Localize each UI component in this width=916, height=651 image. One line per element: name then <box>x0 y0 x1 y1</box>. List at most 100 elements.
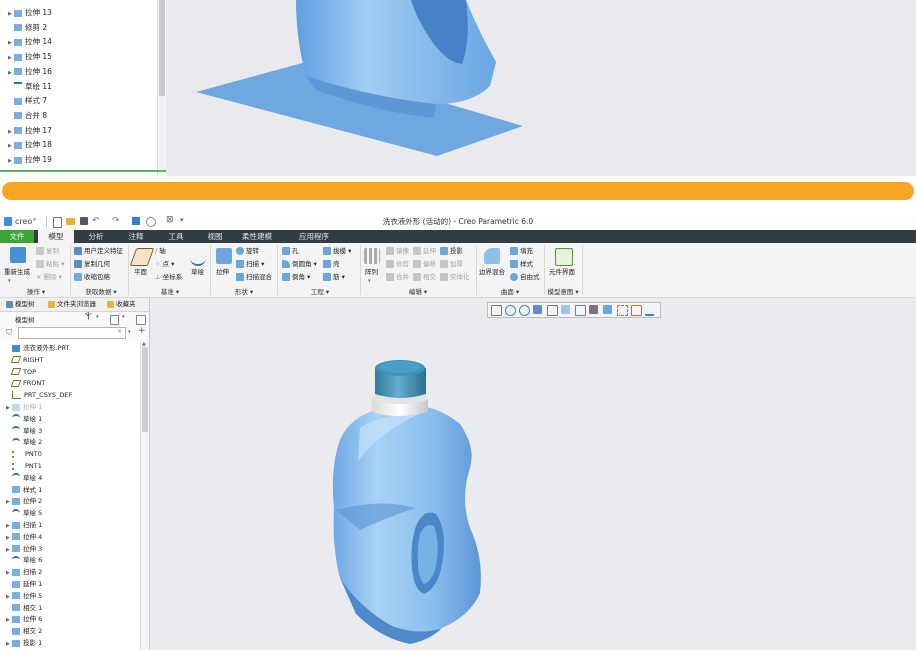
tree-row[interactable]: 草绘 3 <box>6 426 42 438</box>
tree-row[interactable]: ▶ 拉伸 3 <box>6 544 42 556</box>
model-tree-scrollbar[interactable]: ▲ <box>140 341 149 650</box>
tree-row[interactable]: 草绘 4 <box>6 473 42 485</box>
tree-row[interactable]: 样式 7 <box>8 94 47 108</box>
tree-row[interactable]: 修剪 2 <box>8 21 47 35</box>
udf-button[interactable]: 用户定义特征 <box>74 245 123 257</box>
project-button[interactable]: 投影 <box>440 245 463 257</box>
group-model-intent[interactable]: 模型意图 ▾ <box>545 287 581 297</box>
merge-button[interactable]: 合并 <box>386 271 409 283</box>
copy-button[interactable]: 复制 <box>36 245 59 257</box>
repaint-icon[interactable] <box>533 305 542 314</box>
tab-annotate[interactable]: 注释 <box>120 230 152 243</box>
refit-icon[interactable] <box>491 305 502 316</box>
tree-row[interactable]: 合并 8 <box>8 109 47 123</box>
tab-analysis[interactable]: 分析 <box>80 230 112 243</box>
tab-model[interactable]: 模型 <box>38 230 74 243</box>
regenerate-dropdown-icon[interactable]: ▾ <box>8 275 11 287</box>
add-filter-icon[interactable]: + <box>138 326 146 336</box>
plane-icon[interactable] <box>129 248 155 266</box>
tree-row[interactable]: ▶ 拉伸 17 <box>8 124 52 138</box>
perspective-view-icon[interactable] <box>547 305 558 316</box>
top-tree-scrollbar[interactable] <box>157 0 166 176</box>
tree-row[interactable]: 草绘 5 <box>6 508 42 520</box>
zoom-out-icon[interactable] <box>519 305 530 316</box>
sweep-button[interactable]: 扫描 ▾ <box>236 258 264 270</box>
freestyle-button[interactable]: 自由式 <box>510 271 540 283</box>
tree-row[interactable]: ▶ 拉伸 6 <box>6 614 42 626</box>
tree-row[interactable]: 洗衣液外形.PRT <box>6 343 70 355</box>
tree-columns-icon[interactable] <box>136 315 146 325</box>
round-button[interactable]: 倒圆角 ▾ <box>282 258 317 270</box>
rib-button[interactable]: 筋 ▾ <box>323 271 345 283</box>
tree-row[interactable]: ▶ 拉伸 4 <box>6 532 42 544</box>
paste-button[interactable]: 粘贴 ▾ <box>36 258 64 270</box>
tree-row[interactable]: FRONT <box>6 378 45 390</box>
copy-geometry-button[interactable]: 复制几何 <box>74 258 110 270</box>
zoom-in-icon[interactable] <box>505 305 516 316</box>
tab-view[interactable]: 视图 <box>199 230 231 243</box>
tree-row[interactable]: ▶ 拉伸 1 <box>6 402 42 414</box>
hole-button[interactable]: 孔 <box>282 245 299 257</box>
swept-blend-button[interactable]: 扫描混合 <box>236 271 272 283</box>
datum-display-icon[interactable] <box>617 305 628 316</box>
tree-row[interactable]: 相交 2 <box>6 626 42 638</box>
show-dropdown-icon[interactable]: ▾ <box>122 314 125 320</box>
tree-row[interactable]: ▶ 拉伸 14 <box>8 35 52 49</box>
annotation-display-icon[interactable] <box>631 305 642 316</box>
tab-folder-browser[interactable]: 文件夹浏览器 <box>48 298 96 311</box>
group-engineering[interactable]: 工程 ▾ <box>300 287 340 297</box>
clear-search-icon[interactable]: × <box>117 328 122 335</box>
tree-row[interactable]: ▶ 投影 1 <box>6 638 42 650</box>
tree-row[interactable]: 草绘 2 <box>6 437 42 449</box>
extrude-button[interactable]: 拉伸 <box>216 266 229 278</box>
tab-applications[interactable]: 应用程序 <box>292 230 336 243</box>
point-button[interactable]: ⁘ 点 ▾ <box>155 258 174 270</box>
pattern-dropdown-icon[interactable]: ▾ <box>368 275 371 287</box>
tab-favorites[interactable]: 收藏夹 <box>107 298 136 311</box>
tree-row[interactable]: PRT_CSYS_DEF <box>6 390 72 402</box>
tab-tools[interactable]: 工具 <box>160 230 192 243</box>
tree-row[interactable]: 延伸 1 <box>6 579 42 591</box>
group-editing[interactable]: 编辑 ▾ <box>398 287 438 297</box>
view-manager-icon[interactable] <box>589 305 598 314</box>
tree-row[interactable]: RIGHT <box>6 355 43 367</box>
tree-row[interactable]: TOP <box>6 367 36 379</box>
tree-row[interactable]: ▶ 拉伸 2 <box>6 496 42 508</box>
group-datum[interactable]: 基准 ▾ <box>150 287 190 297</box>
tree-row[interactable]: ▶ 拉伸 19 <box>8 153 52 167</box>
filter-icon[interactable]: ⛉ <box>6 328 12 338</box>
tree-row[interactable]: 草绘 1 <box>6 414 42 426</box>
shrinkwrap-button[interactable]: 收缩包络 <box>74 271 110 283</box>
appearance-icon[interactable] <box>603 305 612 314</box>
extend-button[interactable]: 延伸 <box>413 245 436 257</box>
tree-row[interactable]: 草绘 6 <box>6 555 42 567</box>
pattern-button[interactable]: 阵列 <box>365 266 378 278</box>
pattern-icon[interactable] <box>364 248 380 264</box>
tree-row[interactable]: ▶ 拉伸 15 <box>8 50 52 64</box>
tree-row[interactable]: 草绘 11 <box>8 80 52 94</box>
group-get-data[interactable]: 获取数据 ▾ <box>80 287 122 297</box>
extrude-icon[interactable] <box>216 248 232 264</box>
tree-row[interactable]: 相交 1 <box>6 603 42 615</box>
intersect-button[interactable]: 相交 <box>413 271 436 283</box>
scroll-thumb[interactable] <box>159 0 165 96</box>
tree-row[interactable]: ▶ 拉伸 5 <box>6 591 42 603</box>
group-surfaces[interactable]: 曲面 ▾ <box>490 287 530 297</box>
graphics-window[interactable] <box>150 298 916 650</box>
saved-orientations-icon[interactable] <box>575 305 586 316</box>
show-icon[interactable] <box>110 315 119 325</box>
style-button[interactable]: 样式 <box>510 258 533 270</box>
tab-flexible-modeling[interactable]: 柔性建模 <box>236 230 278 243</box>
display-style-icon[interactable] <box>561 305 570 314</box>
solidify-button[interactable]: 实体化 <box>440 271 470 283</box>
mirror-button[interactable]: 镜像 <box>386 245 409 257</box>
tab-model-tree[interactable]: 模型树 <box>6 298 35 311</box>
top-graphics-area[interactable] <box>166 0 916 176</box>
tree-settings-icon[interactable]: Ⲯ <box>85 312 92 322</box>
group-shapes[interactable]: 形状 ▾ <box>224 287 264 297</box>
tree-row[interactable]: ▶ 拉伸 13 <box>8 6 52 20</box>
tree-row[interactable]: ▶ 扫描 2 <box>6 567 42 579</box>
component-interface-icon[interactable] <box>555 248 573 266</box>
tree-row[interactable]: PNT1 <box>6 461 42 473</box>
thicken-button[interactable]: 加厚 <box>440 258 463 270</box>
